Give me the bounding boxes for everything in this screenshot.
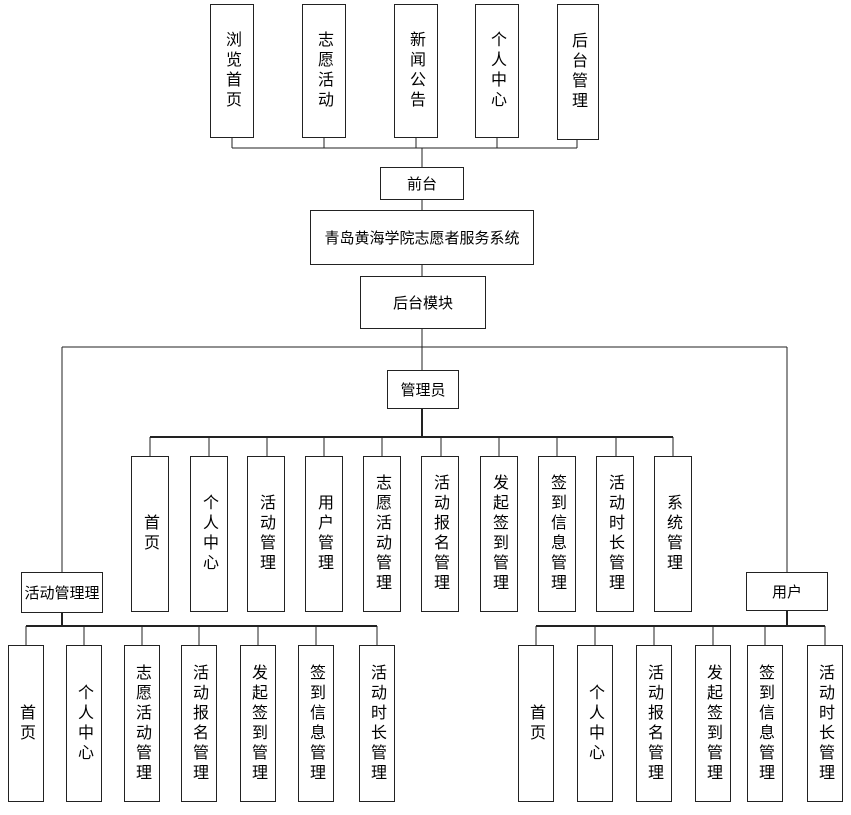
admin-item-label: 用户管理 [315,494,334,574]
activity-manager-node: 活动管理理 [21,572,103,613]
user-item-label: 活动时长管理 [816,663,835,784]
activity-manager-item-label: 活动报名管理 [190,663,209,784]
admin-item-label: 发起签到管理 [490,474,509,594]
frontend-item-label: 志愿活动 [315,31,334,111]
activity-manager-item-label: 首页 [17,703,36,744]
user-item-label: 活动报名管理 [645,663,664,784]
frontend-node: 前台 [380,167,464,200]
activity-manager-item-checkin-launch-management: 发起签到管理 [240,645,276,802]
admin-node: 管理员 [387,370,459,409]
admin-label: 管理员 [400,381,446,399]
admin-item-label: 系统管理 [664,494,683,574]
admin-item-personal-center: 个人中心 [190,456,228,612]
user-item-label: 发起签到管理 [704,663,723,784]
activity-manager-item-label: 发起签到管理 [249,663,268,784]
frontend-item-label: 新闻公告 [407,31,426,111]
admin-item-checkin-launch-management: 发起签到管理 [480,456,518,612]
user-item-duration-management: 活动时长管理 [807,645,843,802]
user-item-label: 签到信息管理 [756,663,775,784]
admin-item-checkin-info-management: 签到信息管理 [538,456,576,612]
user-item-signup-management: 活动报名管理 [636,645,672,802]
activity-manager-label: 活动管理理 [24,583,100,602]
activity-manager-item-checkin-info-management: 签到信息管理 [298,645,334,802]
system-structure-diagram: 浏览首页 志愿活动 新闻公告 个人中心 后台管理 前台 青岛黄海学院志愿者服务系… [0,0,851,815]
admin-item-label: 首页 [141,514,160,554]
activity-manager-item-duration-management: 活动时长管理 [359,645,395,802]
frontend-item-volunteer-activity: 志愿活动 [302,4,346,138]
frontend-item-backend-management: 后台管理 [557,4,599,140]
frontend-item-label: 个人中心 [488,31,507,111]
activity-manager-item-label: 活动时长管理 [368,663,387,784]
frontend-item-label: 浏览首页 [223,31,242,111]
admin-item-label: 签到信息管理 [548,474,567,594]
user-item-home: 首页 [518,645,554,802]
activity-manager-item-personal-center: 个人中心 [66,645,102,802]
admin-item-signup-management: 活动报名管理 [421,456,459,612]
frontend-item-browse-home: 浏览首页 [210,4,254,138]
frontend-node-label: 前台 [406,175,437,193]
admin-item-label: 活动时长管理 [606,474,625,594]
admin-item-volunteer-activity-management: 志愿活动管理 [363,456,401,612]
frontend-item-personal-center: 个人中心 [475,4,519,138]
activity-manager-item-label: 个人中心 [75,683,94,764]
frontend-item-label: 后台管理 [569,32,588,112]
admin-item-label: 活动管理 [257,494,276,574]
activity-manager-item-volunteer-activity-management: 志愿活动管理 [124,645,160,802]
activity-manager-item-signup-management: 活动报名管理 [181,645,217,802]
admin-item-user-management: 用户管理 [305,456,343,612]
admin-item-activity-management: 活动管理 [247,456,285,612]
user-node: 用户 [746,572,828,611]
activity-manager-item-home: 首页 [8,645,44,802]
user-item-personal-center: 个人中心 [577,645,613,802]
system-title-label: 青岛黄海学院志愿者服务系统 [324,228,520,247]
activity-manager-item-label: 志愿活动管理 [133,663,152,784]
admin-item-home: 首页 [131,456,169,612]
user-item-checkin-info-management: 签到信息管理 [747,645,783,802]
activity-manager-item-label: 签到信息管理 [307,663,326,784]
user-item-label: 个人中心 [586,683,605,764]
admin-item-label: 志愿活动管理 [373,474,392,594]
user-label: 用户 [771,583,802,601]
system-title-node: 青岛黄海学院志愿者服务系统 [310,210,534,265]
backend-module-node: 后台模块 [360,276,486,329]
user-item-checkin-launch-management: 发起签到管理 [695,645,731,802]
frontend-item-news: 新闻公告 [394,4,438,138]
admin-item-system-management: 系统管理 [654,456,692,612]
backend-module-label: 后台模块 [392,294,453,312]
admin-item-label: 活动报名管理 [431,474,450,594]
user-item-label: 首页 [527,703,546,744]
admin-item-label: 个人中心 [200,494,219,574]
admin-item-duration-management: 活动时长管理 [596,456,634,612]
